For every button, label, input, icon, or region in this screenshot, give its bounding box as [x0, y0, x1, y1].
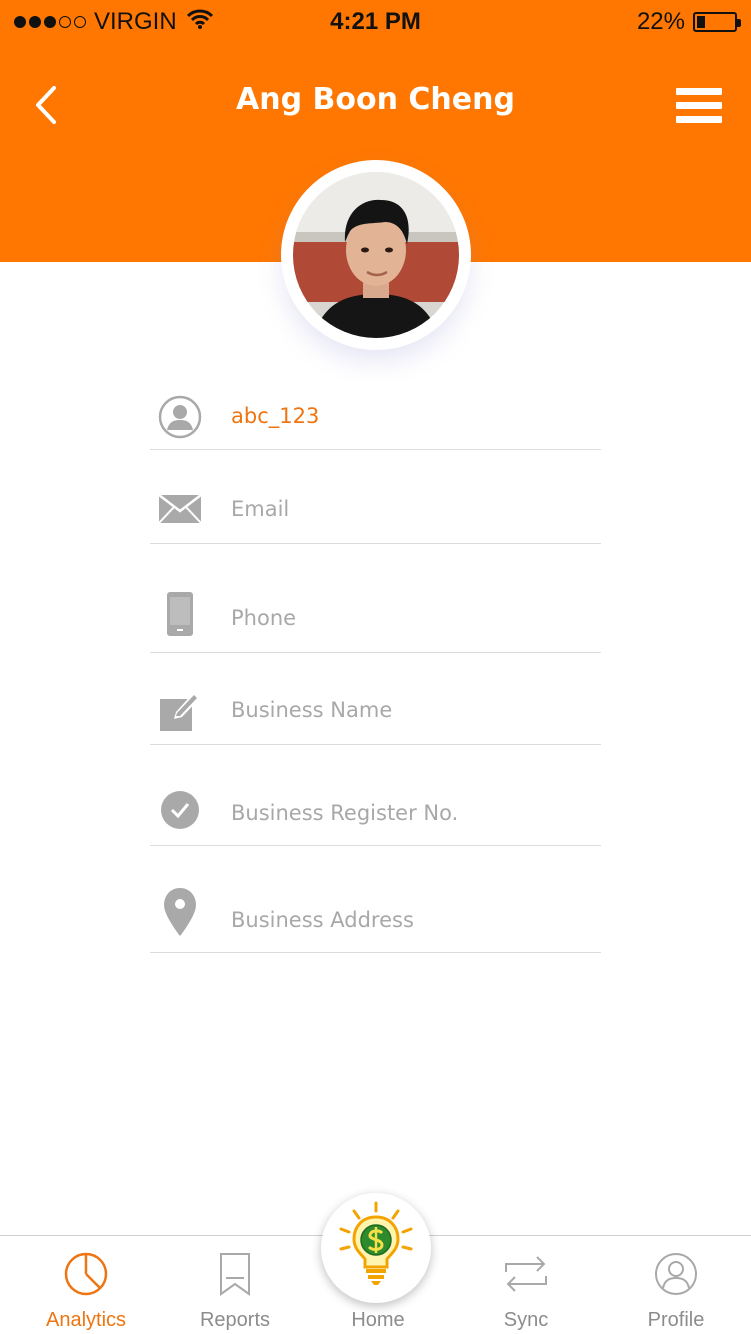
username-field[interactable]: abc_123	[150, 370, 601, 450]
mobile-phone-icon	[158, 592, 202, 636]
business-register-field[interactable]: Business Register No.	[150, 745, 601, 846]
tab-reports-label: Reports	[199, 1309, 271, 1331]
tab-home-label: Home	[351, 1309, 405, 1331]
tab-analytics[interactable]: Analytics	[11, 1236, 161, 1334]
battery-percent: 22%	[636, 8, 685, 35]
tab-analytics-label: Analytics	[45, 1309, 127, 1331]
avatar[interactable]	[281, 160, 471, 350]
menu-button[interactable]	[676, 88, 722, 124]
business-name-field[interactable]: Business Name	[150, 653, 601, 745]
checkmark-circle-icon	[158, 788, 202, 832]
phone-field[interactable]: Phone	[150, 544, 601, 653]
tab-sync-label: Sync	[503, 1309, 549, 1331]
business-register-placeholder: Business Register No.	[231, 801, 459, 825]
user-circle-icon	[655, 1253, 697, 1295]
tab-reports[interactable]: Reports	[160, 1236, 310, 1334]
status-right: 22%	[636, 8, 741, 36]
edit-icon	[158, 689, 202, 733]
business-name-placeholder: Business Name	[231, 698, 393, 722]
battery-level	[697, 16, 705, 28]
tab-profile-label: Profile	[647, 1309, 705, 1331]
pie-chart-icon	[64, 1252, 108, 1296]
phone-placeholder: Phone	[231, 606, 297, 630]
page-title: Ang Boon Cheng	[236, 82, 515, 117]
profile-photo	[293, 172, 459, 338]
sync-arrows-icon	[505, 1256, 547, 1292]
envelope-icon	[158, 487, 202, 531]
location-pin-icon	[158, 888, 202, 936]
tab-home[interactable]	[321, 1193, 431, 1303]
lightbulb-dollar-icon	[339, 1201, 413, 1285]
tab-profile[interactable]: Profile	[601, 1236, 751, 1334]
user-icon	[158, 395, 202, 439]
business-address-placeholder: Business Address	[231, 908, 414, 932]
email-field[interactable]: Email	[150, 450, 601, 544]
tab-sync[interactable]: Sync	[451, 1236, 601, 1334]
email-placeholder: Email	[231, 497, 290, 521]
bookmark-icon	[220, 1253, 250, 1296]
username-value: abc_123	[231, 404, 320, 428]
status-bar: VIRGIN 4:21 PM 22%	[0, 0, 751, 40]
business-address-field[interactable]: Business Address	[150, 846, 601, 953]
battery-icon	[693, 12, 741, 32]
